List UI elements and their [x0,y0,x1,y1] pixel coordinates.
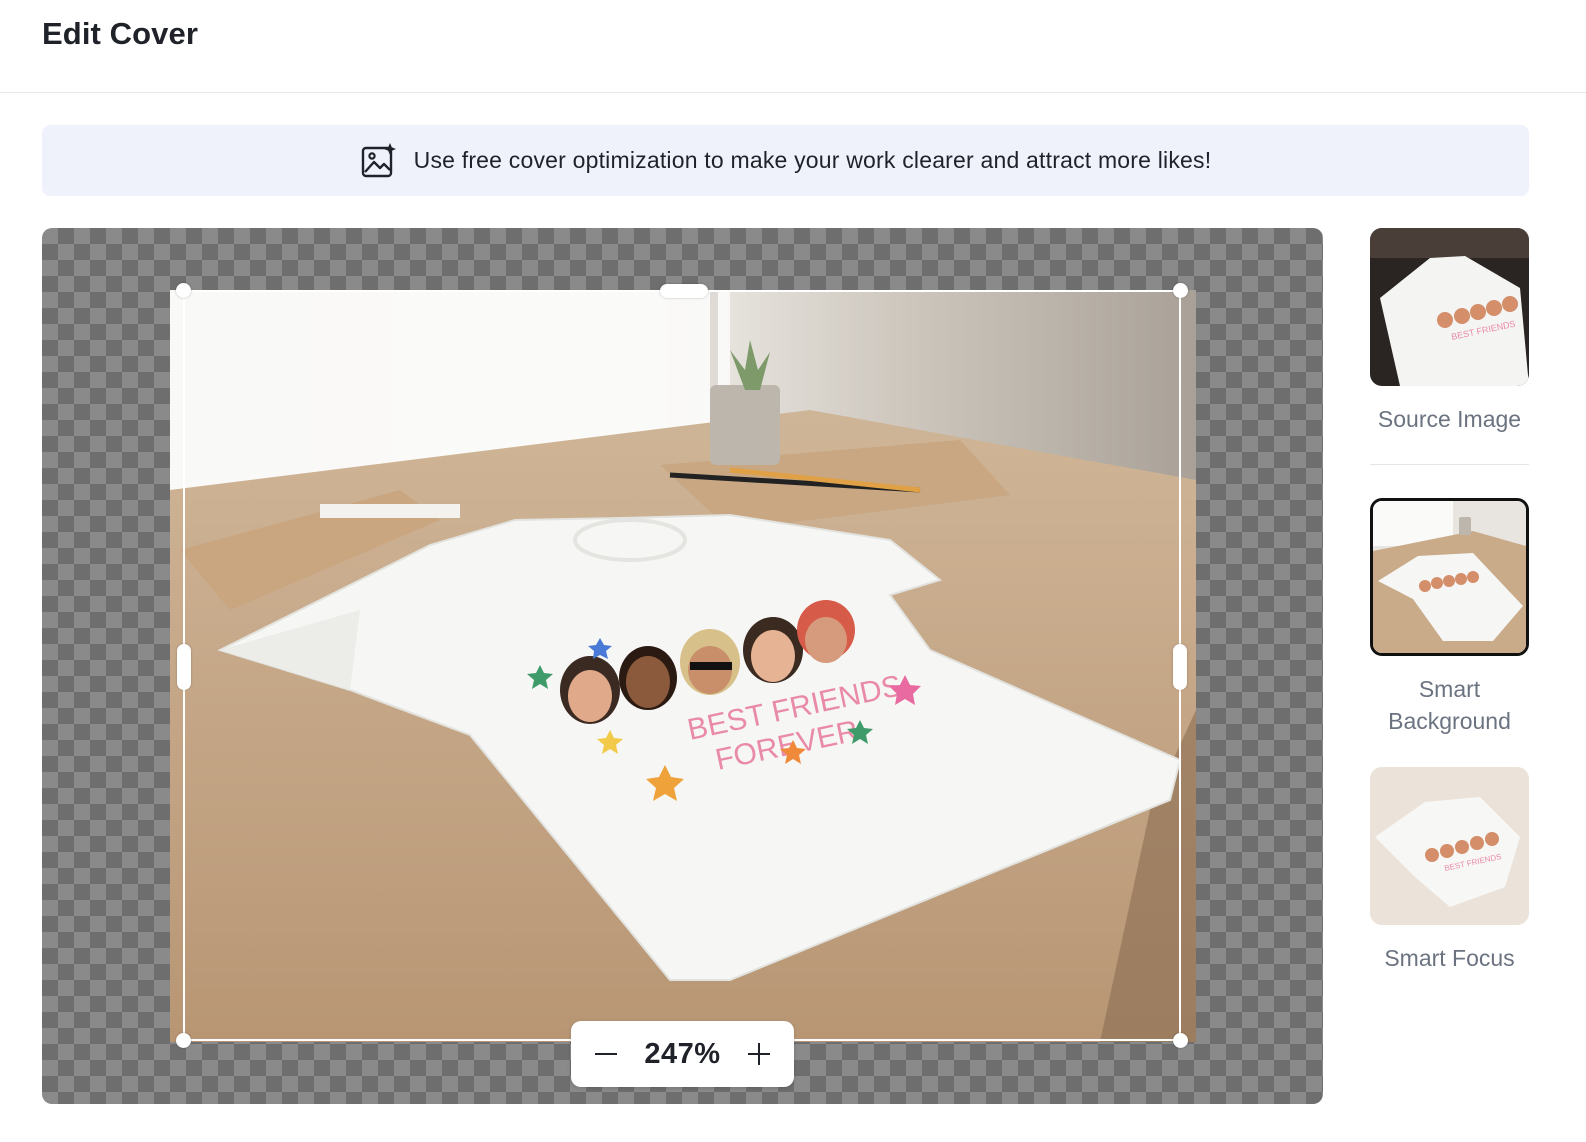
crop-handle-top-right[interactable] [1173,283,1188,298]
crop-handle-top-left[interactable] [176,283,191,298]
crop-handle-bottom-right[interactable] [1173,1033,1188,1048]
option-label: Source Image [1377,406,1522,432]
header: Edit Cover [0,0,1586,93]
source-image-thumbnail: BEST FRIENDS [1370,228,1529,386]
optimization-banner: Use free cover optimization to make your… [42,125,1529,196]
option-label: Smart Focus [1384,945,1515,971]
option-source-image[interactable]: BEST FRIENDS Source Image [1370,228,1529,435]
banner-text: Use free cover optimization to make your… [413,147,1212,173]
crop-handle-left[interactable] [177,644,191,690]
crop-handle-bottom-left[interactable] [176,1033,191,1048]
crop-handle-top[interactable] [660,284,708,298]
option-label: Smart Background [1388,676,1511,734]
option-smart-focus[interactable]: BEST FRIENDS Smart Focus [1370,767,1529,974]
crop-canvas[interactable]: BEST FRIENDS FOREVER 247% [42,228,1323,1104]
zoom-level: 247% [644,1037,721,1070]
options-divider [1370,464,1529,465]
plus-icon[interactable] [746,1041,772,1067]
page-title: Edit Cover [42,16,199,51]
zoom-control: 247% [571,1021,794,1087]
smart-focus-thumbnail: BEST FRIENDS [1370,767,1529,925]
option-smart-background[interactable]: Smart Background [1370,498,1529,737]
crop-handle-right[interactable] [1173,644,1187,690]
crop-frame[interactable] [176,283,1188,1048]
smart-background-thumbnail [1370,498,1529,656]
minus-icon[interactable] [593,1041,619,1067]
image-sparkle-icon [361,142,396,177]
